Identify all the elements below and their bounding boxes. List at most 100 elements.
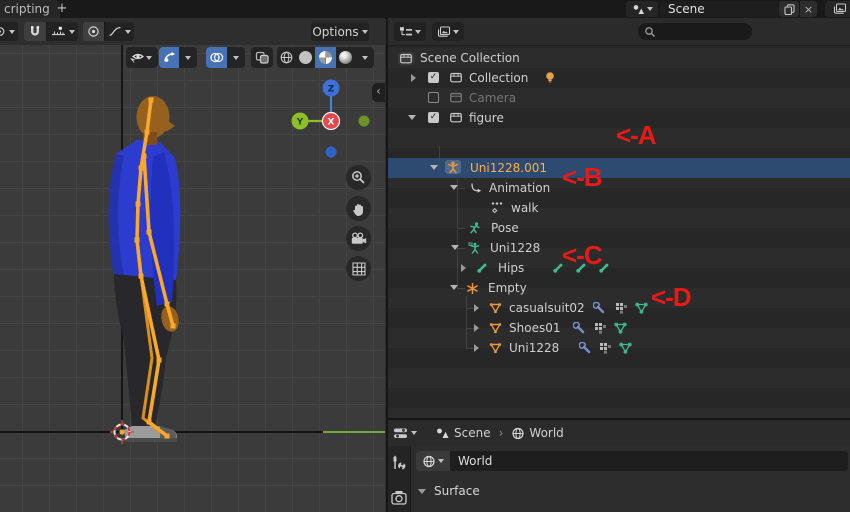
- proportional-falloff-dropdown[interactable]: [104, 22, 134, 41]
- viewport-toolbar: Options: [0, 18, 385, 46]
- proportional-editing-toggle[interactable]: [83, 22, 104, 41]
- collapse-arrow-icon[interactable]: [450, 285, 458, 290]
- shading-dropdown[interactable]: [355, 47, 374, 68]
- overlays-group: [206, 47, 245, 68]
- shading-material-button[interactable]: [315, 47, 336, 68]
- surface-panel-header[interactable]: Surface: [418, 484, 480, 498]
- search-icon: [645, 26, 656, 37]
- scene-name-field[interactable]: Scene: [660, 1, 778, 17]
- expand-arrow-icon[interactable]: [461, 264, 466, 272]
- chevron-down-icon: [453, 29, 459, 34]
- vertex-groups-icon[interactable]: [615, 302, 628, 314]
- modifier-wrench-icon[interactable]: [573, 322, 586, 335]
- camera-icon: [351, 232, 367, 244]
- new-scene-button[interactable]: [779, 1, 799, 17]
- outliner-row-scene-collection[interactable]: Scene Collection: [388, 48, 850, 68]
- 3d-viewport[interactable]: Z Y X ‹: [0, 45, 385, 512]
- outliner-row-uni1228-001[interactable]: Uni1228.001: [388, 158, 850, 178]
- outliner-row-shoes01[interactable]: Shoes01: [388, 318, 850, 338]
- options-dropdown[interactable]: Options: [311, 22, 369, 41]
- view-layer-icon: [833, 3, 847, 14]
- annotation-c: <-C: [562, 240, 603, 270]
- collapse-arrow-icon[interactable]: [451, 245, 459, 250]
- filter-dropdown[interactable]: [432, 22, 464, 41]
- overlays-icon: [210, 52, 224, 63]
- tab-tool[interactable]: [391, 454, 407, 471]
- pan-button[interactable]: [346, 196, 371, 221]
- editor-type-dropdown[interactable]: [393, 427, 417, 440]
- outliner-row-collection[interactable]: ✓ Collection: [388, 68, 850, 88]
- shading-rendered-button[interactable]: [336, 47, 355, 68]
- character-figure[interactable]: [80, 80, 210, 460]
- scene-icon: [632, 4, 645, 15]
- ortho-grid-button[interactable]: [346, 256, 371, 281]
- expand-arrow-icon[interactable]: [474, 344, 479, 352]
- expand-arrow-icon[interactable]: [411, 74, 416, 82]
- properties-tab-column: [388, 446, 411, 512]
- duplicate-icon: [783, 3, 795, 15]
- show-overlays-toggle[interactable]: [206, 47, 227, 68]
- eye-cursor-icon: [130, 53, 144, 63]
- sidebar-expand-button[interactable]: ‹: [372, 83, 385, 102]
- shading-wireframe-button[interactable]: [277, 47, 296, 68]
- scene-browse-button[interactable]: [626, 1, 658, 17]
- display-mode-dropdown[interactable]: [394, 22, 426, 41]
- collection-checkbox[interactable]: ✓: [428, 112, 439, 123]
- camera-view-button[interactable]: [346, 226, 371, 251]
- world-name-field[interactable]: World: [450, 451, 848, 471]
- outliner-row-uni1228-mesh[interactable]: Uni1228: [388, 338, 850, 358]
- outliner-row-casualsuit02[interactable]: casualsuit02: [388, 298, 850, 318]
- tab-render[interactable]: [391, 490, 407, 505]
- unlink-scene-button[interactable]: ×: [800, 1, 817, 17]
- world-icon: [511, 427, 525, 440]
- outliner-row-walk-action[interactable]: walk: [388, 198, 850, 218]
- snapping-dropdown[interactable]: [46, 22, 78, 41]
- world-datablock-dropdown[interactable]: [416, 451, 450, 471]
- zoom-button[interactable]: [346, 165, 371, 190]
- mesh-data-icon[interactable]: [614, 322, 627, 334]
- outliner-row-uni1228-data[interactable]: Uni1228: [388, 238, 850, 258]
- vertex-groups-icon[interactable]: [599, 342, 612, 354]
- outliner-row-hips[interactable]: Hips: [388, 258, 850, 278]
- breadcrumb-world[interactable]: World: [529, 426, 563, 440]
- snap-toggle-button[interactable]: [24, 22, 46, 41]
- gizmos-dropdown[interactable]: [179, 47, 197, 68]
- breadcrumb-scene[interactable]: Scene: [454, 426, 491, 440]
- xray-toggle[interactable]: [251, 47, 273, 68]
- outliner-row-animation[interactable]: Animation: [388, 178, 850, 198]
- view-layer-button[interactable]: [825, 1, 850, 17]
- modifier-wrench-icon[interactable]: [579, 342, 592, 355]
- overlays-dropdown[interactable]: [227, 47, 245, 68]
- shading-solid-button[interactable]: [296, 47, 315, 68]
- expand-arrow-icon[interactable]: [474, 304, 479, 312]
- modifier-wrench-icon[interactable]: [593, 302, 606, 315]
- magnet-icon: [31, 26, 40, 36]
- mesh-data-icon[interactable]: [635, 302, 648, 314]
- vertex-groups-icon[interactable]: [594, 322, 607, 334]
- axis-minus-z-dot: [325, 146, 337, 158]
- rendered-sphere-icon: [339, 51, 352, 64]
- collapse-arrow-icon[interactable]: [450, 185, 458, 190]
- transform-pivot-dropdown[interactable]: [0, 22, 18, 41]
- outliner-row-pose[interactable]: Pose: [388, 218, 850, 238]
- xray-icon: [255, 51, 269, 64]
- material-sphere-icon: [319, 51, 332, 64]
- collection-checkbox[interactable]: ✓: [428, 72, 439, 83]
- outliner-row-camera[interactable]: Camera: [388, 88, 850, 108]
- world-icon: [423, 455, 435, 467]
- mesh-data-icon[interactable]: [619, 342, 632, 354]
- collapse-arrow-icon[interactable]: [430, 165, 438, 170]
- show-gizmos-toggle[interactable]: [159, 47, 179, 68]
- chevron-down-icon: [411, 431, 417, 435]
- workspace-tab-scripting[interactable]: cripting: [0, 0, 60, 20]
- search-input[interactable]: [638, 23, 752, 40]
- navigation-gizmo[interactable]: Z Y X: [286, 74, 378, 166]
- outliner-row-empty[interactable]: Empty: [388, 278, 850, 298]
- expand-arrow-icon[interactable]: [474, 324, 479, 332]
- collection-checkbox[interactable]: [428, 92, 439, 103]
- collapse-arrow-icon[interactable]: [408, 115, 416, 120]
- falloff-curve-icon: [109, 26, 121, 37]
- scene-icon: [435, 427, 450, 440]
- object-visibility-dropdown[interactable]: [126, 47, 158, 68]
- add-workspace-button[interactable]: +: [54, 1, 70, 17]
